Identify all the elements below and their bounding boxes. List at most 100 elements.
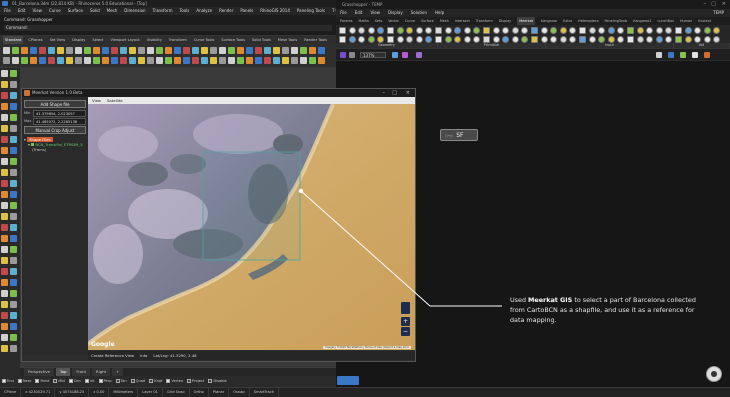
osnap-option[interactable]: Quad: [130, 376, 145, 387]
gh-tab[interactable]: PanelingTools: [605, 17, 628, 25]
side-tool-icon[interactable]: [1, 125, 8, 132]
side-tool-icon[interactable]: [10, 158, 17, 165]
rhino-menu-item[interactable]: Paneling Tools: [297, 7, 325, 15]
toolbar-tool-icon[interactable]: [156, 47, 163, 54]
maximize-icon[interactable]: □: [392, 89, 397, 97]
osnap-checkbox[interactable]: [68, 378, 73, 383]
side-tool-icon[interactable]: [10, 114, 17, 121]
side-tool-icon[interactable]: [10, 213, 17, 220]
gh-component-icon[interactable]: [367, 35, 375, 43]
toolbar-tab[interactable]: Display: [70, 36, 87, 44]
toolbar-tool-icon[interactable]: [192, 47, 199, 54]
osnap-option[interactable]: Vertex: [166, 376, 183, 387]
rhino-menu-item[interactable]: File: [4, 7, 11, 15]
side-tool-icon[interactable]: [1, 103, 8, 110]
osnap-option[interactable]: Perp: [98, 376, 112, 387]
min-input[interactable]: 41.379654, 2.023097: [33, 110, 86, 117]
osnap-option[interactable]: Project: [187, 376, 204, 387]
gh-component-icon[interactable]: [559, 35, 567, 43]
side-tool-icon[interactable]: [10, 323, 17, 330]
toolbar-tool-icon[interactable]: [111, 47, 118, 54]
gh-menu-item[interactable]: Display: [388, 9, 403, 17]
map-menu-item[interactable]: Satellite: [107, 97, 123, 104]
zoom-out-button[interactable]: −: [401, 327, 410, 336]
status-item[interactable]: Planar: [209, 388, 230, 397]
toolbar-tool-icon[interactable]: [219, 47, 226, 54]
osnap-option[interactable]: End: [2, 376, 14, 387]
gh-component-icon[interactable]: [406, 35, 414, 43]
gh-component-icon[interactable]: [387, 35, 394, 43]
gh-component-icon[interactable]: [339, 35, 346, 43]
osnap-option[interactable]: Knot: [149, 376, 162, 387]
side-tool-icon[interactable]: [10, 169, 17, 176]
gh-pen-icon[interactable]: [402, 52, 408, 58]
toolbar-tool-icon[interactable]: [165, 57, 172, 64]
gh-tab[interactable]: Human: [680, 17, 692, 25]
gh-selected-icon[interactable]: [680, 52, 686, 58]
rhino-menu-item[interactable]: Analyze: [196, 7, 212, 15]
gh-menu-item[interactable]: File: [340, 9, 347, 17]
side-tool-icon[interactable]: [1, 334, 8, 341]
gh-component-icon[interactable]: [694, 35, 702, 43]
toolbar-tool-icon[interactable]: [21, 47, 28, 54]
toolbar-tool-icon[interactable]: [210, 57, 217, 64]
side-tool-icon[interactable]: [10, 70, 17, 77]
toolbar-tool-icon[interactable]: [102, 57, 109, 64]
gh-component-icon[interactable]: [588, 27, 596, 34]
toolbar-tab[interactable]: Mesh Tools: [276, 36, 299, 44]
gh-component-icon[interactable]: [377, 35, 385, 43]
gh-component-icon[interactable]: [387, 27, 394, 34]
toolbar-tab[interactable]: CPlanes: [26, 36, 44, 44]
gh-component-icon[interactable]: [665, 27, 673, 34]
status-item[interactable]: Millimeters: [109, 388, 139, 397]
add-viewport-tab-icon[interactable]: +: [112, 368, 124, 376]
gh-component-icon[interactable]: [502, 35, 510, 43]
rhino-menu-item[interactable]: View: [32, 7, 42, 15]
pegman-icon[interactable]: [401, 302, 410, 314]
gh-preview-icon[interactable]: [656, 52, 662, 58]
side-tool-icon[interactable]: [1, 81, 8, 88]
gh-component-icon[interactable]: [483, 35, 490, 43]
minimize-icon[interactable]: –: [383, 89, 386, 97]
toolbar-tool-icon[interactable]: [39, 57, 46, 64]
gh-tab[interactable]: Display: [499, 17, 512, 25]
toolbar-tool-icon[interactable]: [66, 47, 73, 54]
gh-tab[interactable]: Sets: [375, 17, 382, 25]
toolbar-tool-icon[interactable]: [30, 47, 37, 54]
gh-component-icon[interactable]: [415, 27, 423, 34]
gh-component-icon[interactable]: [521, 27, 529, 34]
viewport-tab[interactable]: Front: [72, 368, 91, 376]
close-icon[interactable]: ×: [406, 89, 410, 97]
gh-component-icon[interactable]: [598, 35, 606, 43]
toolbar-tool-icon[interactable]: [228, 47, 235, 54]
gh-component-icon[interactable]: [396, 27, 404, 34]
toolbar-tool-icon[interactable]: [264, 57, 271, 64]
gh-component-icon[interactable]: [713, 35, 721, 43]
osnap-option[interactable]: Cen: [68, 376, 81, 387]
gh-menu-item[interactable]: Edit: [355, 9, 363, 17]
satellite-map[interactable]: Google Imagery ©2015 TerraMetrics | Term…: [88, 104, 415, 350]
gh-menu-item[interactable]: Solution: [411, 9, 427, 17]
side-tool-icon[interactable]: [10, 290, 17, 297]
zoom-in-button[interactable]: +: [401, 317, 410, 326]
side-tool-icon[interactable]: [10, 345, 17, 352]
gh-component-icon[interactable]: [617, 27, 625, 34]
toolbar-tool-icon[interactable]: [138, 47, 145, 54]
side-tool-icon[interactable]: [1, 202, 8, 209]
toolbar-tool-icon[interactable]: [102, 47, 109, 54]
gh-component-icon[interactable]: [550, 27, 558, 34]
osnap-checkbox[interactable]: [149, 378, 154, 383]
gh-tab[interactable]: Mesh: [440, 17, 449, 25]
gh-bake-icon[interactable]: [704, 52, 710, 58]
osnap-checkbox[interactable]: [115, 378, 120, 383]
toolbar-tool-icon[interactable]: [129, 47, 136, 54]
status-item[interactable]: SmartTrack: [250, 388, 279, 397]
gh-component-icon[interactable]: [511, 35, 519, 43]
side-tool-icon[interactable]: [1, 147, 8, 154]
gh-ribbon-group[interactable]: Primitive: [438, 43, 546, 48]
side-tool-icon[interactable]: [10, 279, 17, 286]
toolbar-tab[interactable]: Viewport Layout: [109, 36, 142, 44]
rhino-menu-item[interactable]: Tools: [179, 7, 189, 15]
toolbar-tool-icon[interactable]: [210, 47, 217, 54]
gh-component-icon[interactable]: [684, 35, 692, 43]
